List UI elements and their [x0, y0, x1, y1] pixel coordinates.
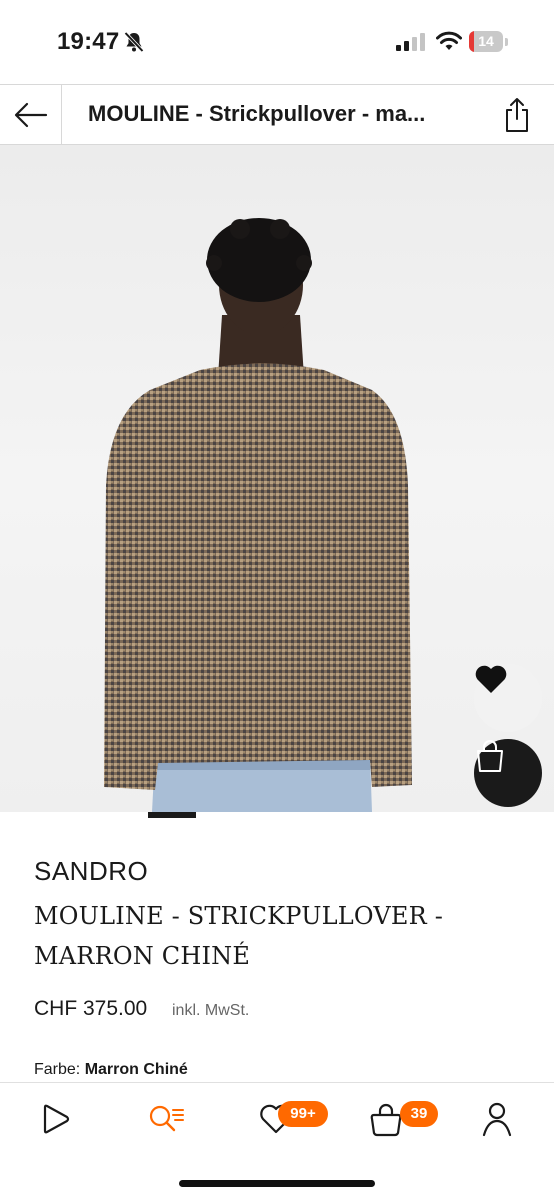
person-icon	[482, 1102, 512, 1137]
color-row: Farbe: Marron Chiné	[34, 1061, 188, 1079]
status-time: 19:47	[57, 28, 120, 55]
shopping-bag-icon	[477, 740, 503, 772]
color-value: Marron Chiné	[84, 1061, 188, 1078]
share-button[interactable]	[500, 95, 534, 135]
tax-note: inkl. MwSt.	[172, 1002, 250, 1019]
wishlist-button[interactable]	[474, 664, 542, 732]
battery-icon: 14	[469, 31, 503, 52]
battery-tip	[505, 38, 508, 46]
top-navigation-bar: MOULINE - Strickpullover - ma...	[0, 84, 554, 145]
share-icon	[506, 98, 528, 132]
product-name-line-1: MOULINE - STRICKPULLOVER -	[34, 902, 444, 930]
carousel-track	[0, 812, 554, 818]
product-brand[interactable]: SANDRO	[34, 856, 148, 887]
wifi-icon	[436, 31, 462, 50]
home-indicator[interactable]	[179, 1180, 375, 1187]
status-bar: 19:47 14	[0, 0, 554, 84]
add-to-bag-button[interactable]	[474, 739, 542, 807]
product-photo	[104, 218, 412, 812]
product-name: MOULINE - STRICKPULLOVER - MARRON CHINÉ	[34, 896, 504, 976]
carousel-indicator	[148, 812, 196, 818]
color-label: Farbe:	[34, 1061, 81, 1078]
product-price: CHF 375.00	[34, 997, 148, 1020]
product-name-line-2: MARRON CHINÉ	[34, 942, 251, 970]
nav-account[interactable]	[474, 1099, 520, 1139]
bell-slash-icon	[124, 31, 144, 53]
cellular-signal-icon	[396, 33, 425, 51]
back-button[interactable]	[0, 85, 62, 144]
bag-badge: 39	[400, 1101, 438, 1127]
heart-icon	[475, 665, 507, 693]
nav-search[interactable]	[143, 1099, 189, 1139]
bag-outline-icon	[370, 1103, 402, 1137]
battery-label: 14	[478, 33, 494, 49]
arrow-left-icon	[14, 102, 47, 127]
nav-home[interactable]	[32, 1099, 78, 1139]
play-outline-icon	[43, 1104, 70, 1134]
product-image[interactable]	[0, 145, 554, 812]
search-list-icon	[149, 1105, 184, 1132]
page-title: MOULINE - Strickpullover - ma...	[88, 101, 426, 126]
wishlist-badge: 99+	[278, 1101, 328, 1127]
